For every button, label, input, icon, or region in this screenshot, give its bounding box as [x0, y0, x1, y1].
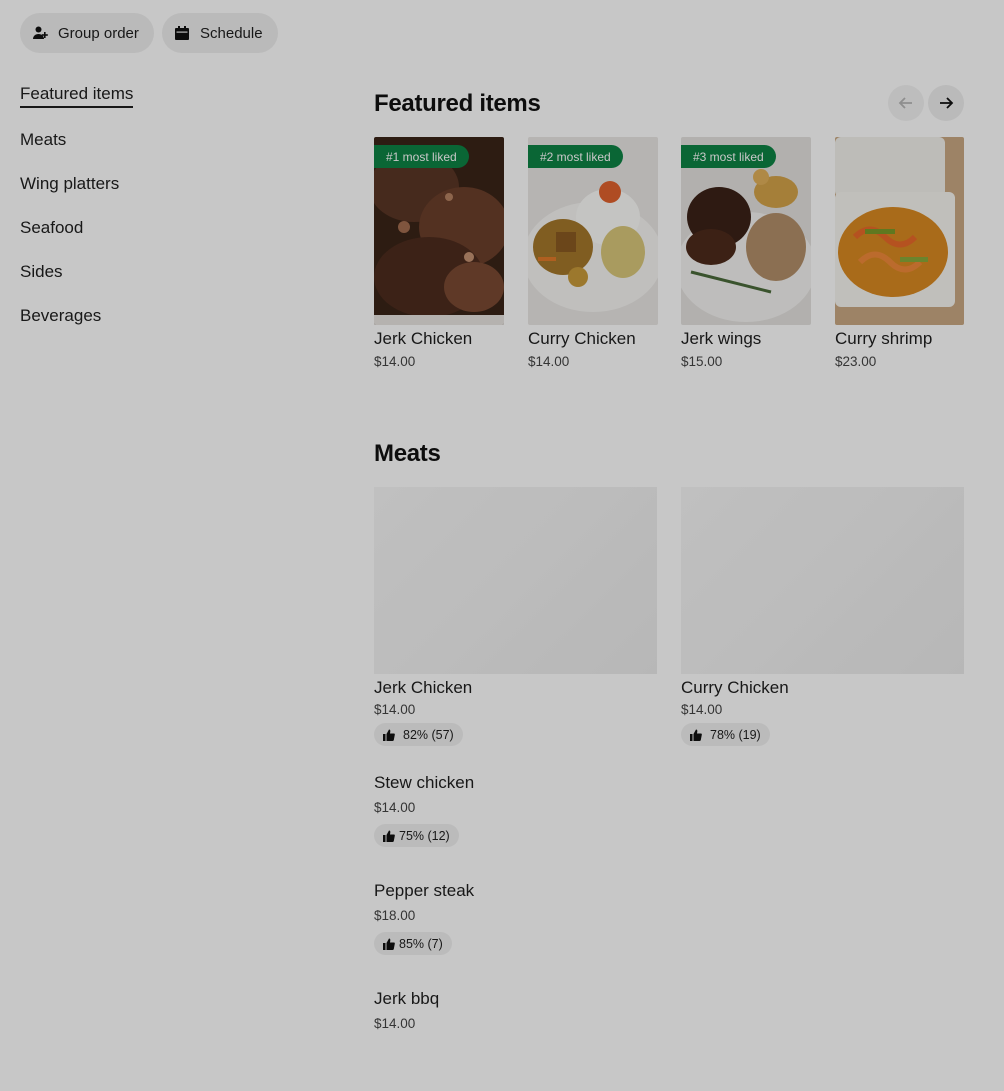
rating-text: 82% (57)	[403, 727, 454, 742]
rating-badge: 82% (57)	[374, 723, 463, 746]
item-price: $14.00	[528, 354, 570, 369]
nav-item-meats[interactable]: Meats	[20, 118, 280, 162]
schedule-label: Schedule	[200, 24, 263, 42]
item-name: Jerk Chicken	[374, 678, 473, 697]
item-name: Curry Chicken	[528, 329, 636, 348]
nav-item-label: Seafood	[20, 218, 84, 237]
item-price: $18.00	[374, 908, 416, 923]
arrow-right-icon	[940, 97, 954, 109]
nav-item-label: Sides	[20, 262, 63, 281]
nav-item-label: Meats	[20, 130, 67, 149]
item-photo-placeholder	[374, 487, 657, 674]
item-price: $23.00	[835, 354, 877, 369]
featured-section-title: Featured items	[374, 90, 541, 117]
carousel-next-button[interactable]	[928, 85, 964, 121]
thumbs-up-icon	[383, 938, 395, 950]
item-price: $14.00	[374, 800, 416, 815]
thumbs-up-icon	[383, 830, 395, 842]
item-name: Jerk Chicken	[374, 329, 473, 348]
item-price: $14.00	[374, 354, 416, 369]
rating-badge: 78% (19)	[681, 723, 770, 746]
person-plus-icon	[32, 25, 48, 41]
item-photo: #1 most liked	[374, 137, 504, 325]
nav-item-wing-platters[interactable]: Wing platters	[20, 162, 280, 206]
calendar-icon	[174, 25, 190, 41]
item-name: Jerk bbq	[374, 989, 440, 1008]
item-price: $14.00	[374, 702, 416, 717]
group-order-button[interactable]: Group order	[20, 13, 154, 53]
featured-card[interactable]: #2 most liked Curry Chicken $14.00	[528, 137, 658, 369]
item-name: Pepper steak	[374, 881, 475, 900]
menu-item-card[interactable]: Jerk Chicken $14.00 82% (57)	[374, 487, 657, 746]
rating-badge: 75% (12)	[374, 824, 459, 847]
nav-item-seafood[interactable]: Seafood	[20, 206, 280, 250]
category-nav: Featured items Meats Wing platters Seafo…	[20, 74, 280, 338]
store-menu-page: Group order Schedule Featured items Meat…	[0, 0, 1004, 1091]
nav-item-sides[interactable]: Sides	[20, 250, 280, 294]
item-name: Stew chicken	[374, 773, 475, 792]
item-photo: #3 most liked	[681, 137, 811, 325]
featured-card[interactable]: #1 most liked Jerk Chicken $14.00	[374, 137, 504, 369]
nav-item-label: Featured items	[20, 84, 134, 108]
most-liked-badge: #1 most liked	[374, 145, 469, 168]
menu-item-card[interactable]: Curry Chicken $14.00 78% (19)	[681, 487, 964, 746]
menu-list-item[interactable]: Jerk bbq $14.00	[374, 989, 954, 1031]
carousel-prev-button[interactable]	[888, 85, 924, 121]
featured-card[interactable]: Curry shrimp $23.00	[835, 137, 964, 369]
arrow-left-icon	[898, 97, 912, 109]
rating-text: 75% (12)	[399, 828, 450, 843]
nav-item-label: Beverages	[20, 306, 102, 325]
rating-text: 78% (19)	[710, 727, 761, 742]
item-price: $15.00	[681, 354, 723, 369]
meats-section-title: Meats	[374, 440, 441, 467]
item-name: Curry shrimp	[835, 329, 933, 348]
most-liked-badge: #2 most liked	[528, 145, 623, 168]
menu-list-item[interactable]: Stew chicken $14.00 75% (12)	[374, 773, 954, 847]
item-name: Curry Chicken	[681, 678, 789, 697]
rating-text: 85% (7)	[399, 936, 443, 951]
group-order-label: Group order	[58, 24, 139, 42]
thumbs-up-icon	[383, 729, 395, 741]
item-photo: #2 most liked	[528, 137, 658, 325]
item-photo-placeholder	[681, 487, 964, 674]
featured-card[interactable]: #3 most liked Jerk wings $15.00	[681, 137, 811, 369]
schedule-button[interactable]: Schedule	[162, 13, 278, 53]
rating-badge: 85% (7)	[374, 932, 452, 955]
item-price: $14.00	[374, 1016, 416, 1031]
thumbs-up-icon	[690, 729, 702, 741]
item-price: $14.00	[681, 702, 723, 717]
nav-item-featured-items[interactable]: Featured items	[20, 74, 280, 118]
item-photo	[835, 137, 964, 325]
item-name: Jerk wings	[681, 329, 762, 348]
nav-item-label: Wing platters	[20, 174, 120, 193]
menu-list-item[interactable]: Pepper steak $18.00 85% (7)	[374, 881, 954, 955]
nav-item-beverages[interactable]: Beverages	[20, 294, 280, 338]
most-liked-badge: #3 most liked	[681, 145, 776, 168]
